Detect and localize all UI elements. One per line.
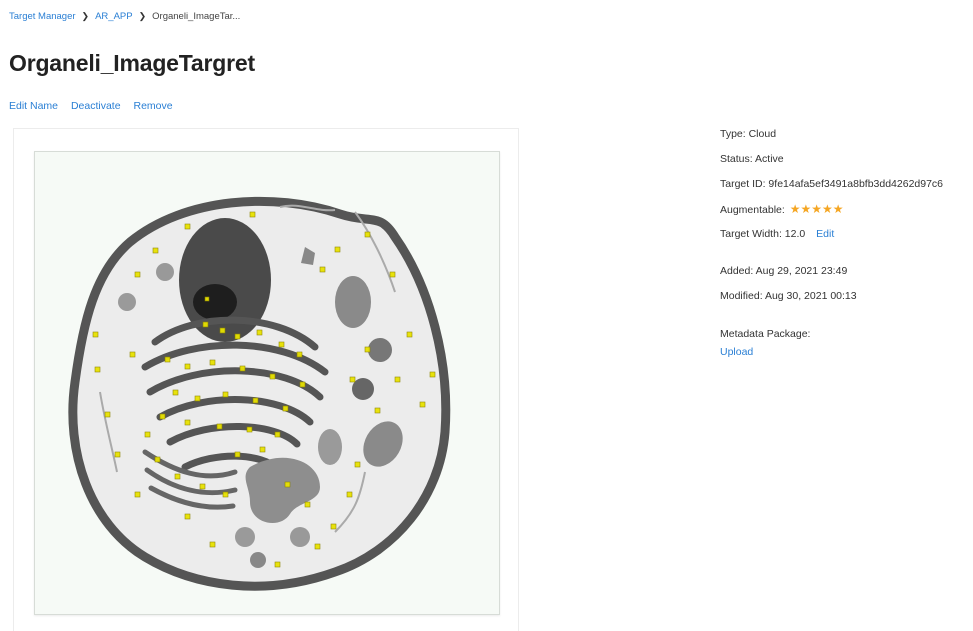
added-date: Added: Aug 29, 2021 23:49: [720, 265, 848, 277]
augmentable-row: Augmentable: ★★★★★: [720, 202, 844, 216]
page-title: Organeli_ImageTargret: [9, 50, 255, 76]
mitochondrion: [335, 276, 371, 328]
breadcrumb-target-manager[interactable]: Target Manager: [9, 11, 76, 22]
edit-name-link[interactable]: Edit Name: [9, 100, 58, 112]
star-icon: ★★★★★: [789, 202, 844, 216]
chevron-right-icon: ❯: [81, 11, 90, 21]
augmentable-label: Augmentable:: [720, 204, 785, 216]
breadcrumb-current: Organeli_ImageTar...: [152, 11, 241, 22]
mitochondrion: [318, 429, 342, 465]
upload-link[interactable]: Upload: [720, 346, 753, 358]
target-actions: Edit Name Deactivate Remove: [9, 100, 183, 112]
target-id: Target ID: 9fe14afa5ef3491a8bfb3dd4262d9…: [720, 178, 944, 190]
cell-illustration: [68, 196, 451, 591]
deactivate-link[interactable]: Deactivate: [71, 100, 121, 112]
target-width: Target Width: 12.0: [720, 228, 806, 240]
target-width-row: Target Width: 12.0 Edit: [720, 228, 834, 240]
target-status: Status: Active: [720, 153, 784, 165]
target-type: Type: Cloud: [720, 128, 777, 140]
nucleolus: [193, 284, 237, 320]
metadata-label: Metadata Package:: [720, 328, 811, 340]
modified-date: Modified: Aug 30, 2021 00:13: [720, 290, 857, 302]
target-image-panel: [13, 128, 519, 631]
target-image: [34, 151, 500, 615]
breadcrumb-database[interactable]: AR_APP: [95, 11, 133, 22]
edit-width-link[interactable]: Edit: [816, 228, 834, 240]
breadcrumb: Target Manager ❯ AR_APP ❯ Organeli_Image…: [9, 11, 240, 22]
chevron-right-icon: ❯: [138, 11, 147, 21]
remove-link[interactable]: Remove: [133, 100, 172, 112]
